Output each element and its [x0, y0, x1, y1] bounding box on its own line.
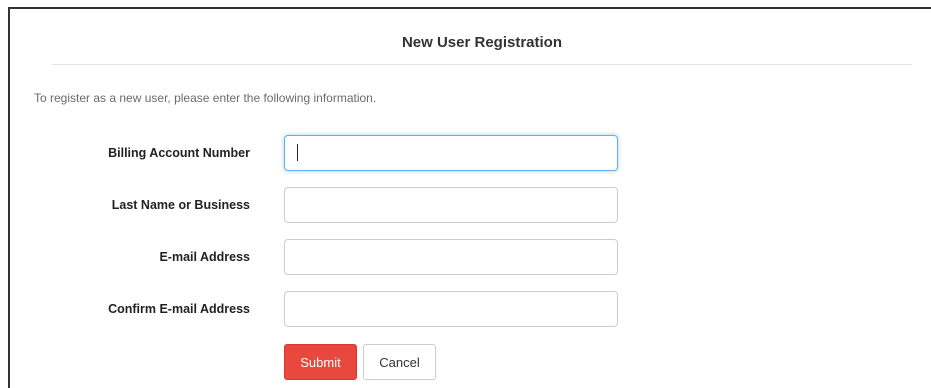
- last-name-or-business-label: Last Name or Business: [111, 198, 250, 212]
- billing-account-number-label: Billing Account Number: [108, 146, 250, 160]
- billing-account-number-input[interactable]: [284, 135, 618, 171]
- title-divider: [52, 64, 912, 65]
- submit-button[interactable]: Submit: [284, 344, 357, 380]
- email-address-input[interactable]: [284, 239, 618, 275]
- email-address-label: E-mail Address: [159, 250, 250, 264]
- confirm-email-address-label: Confirm E-mail Address: [108, 302, 250, 316]
- confirm-email-address-input[interactable]: [284, 291, 618, 327]
- intro-text: To register as a new user, please enter …: [34, 91, 377, 105]
- page-title: New User Registration: [401, 34, 563, 51]
- cancel-button[interactable]: Cancel: [363, 344, 436, 380]
- text-cursor: [297, 144, 298, 161]
- last-name-or-business-input[interactable]: [284, 187, 618, 223]
